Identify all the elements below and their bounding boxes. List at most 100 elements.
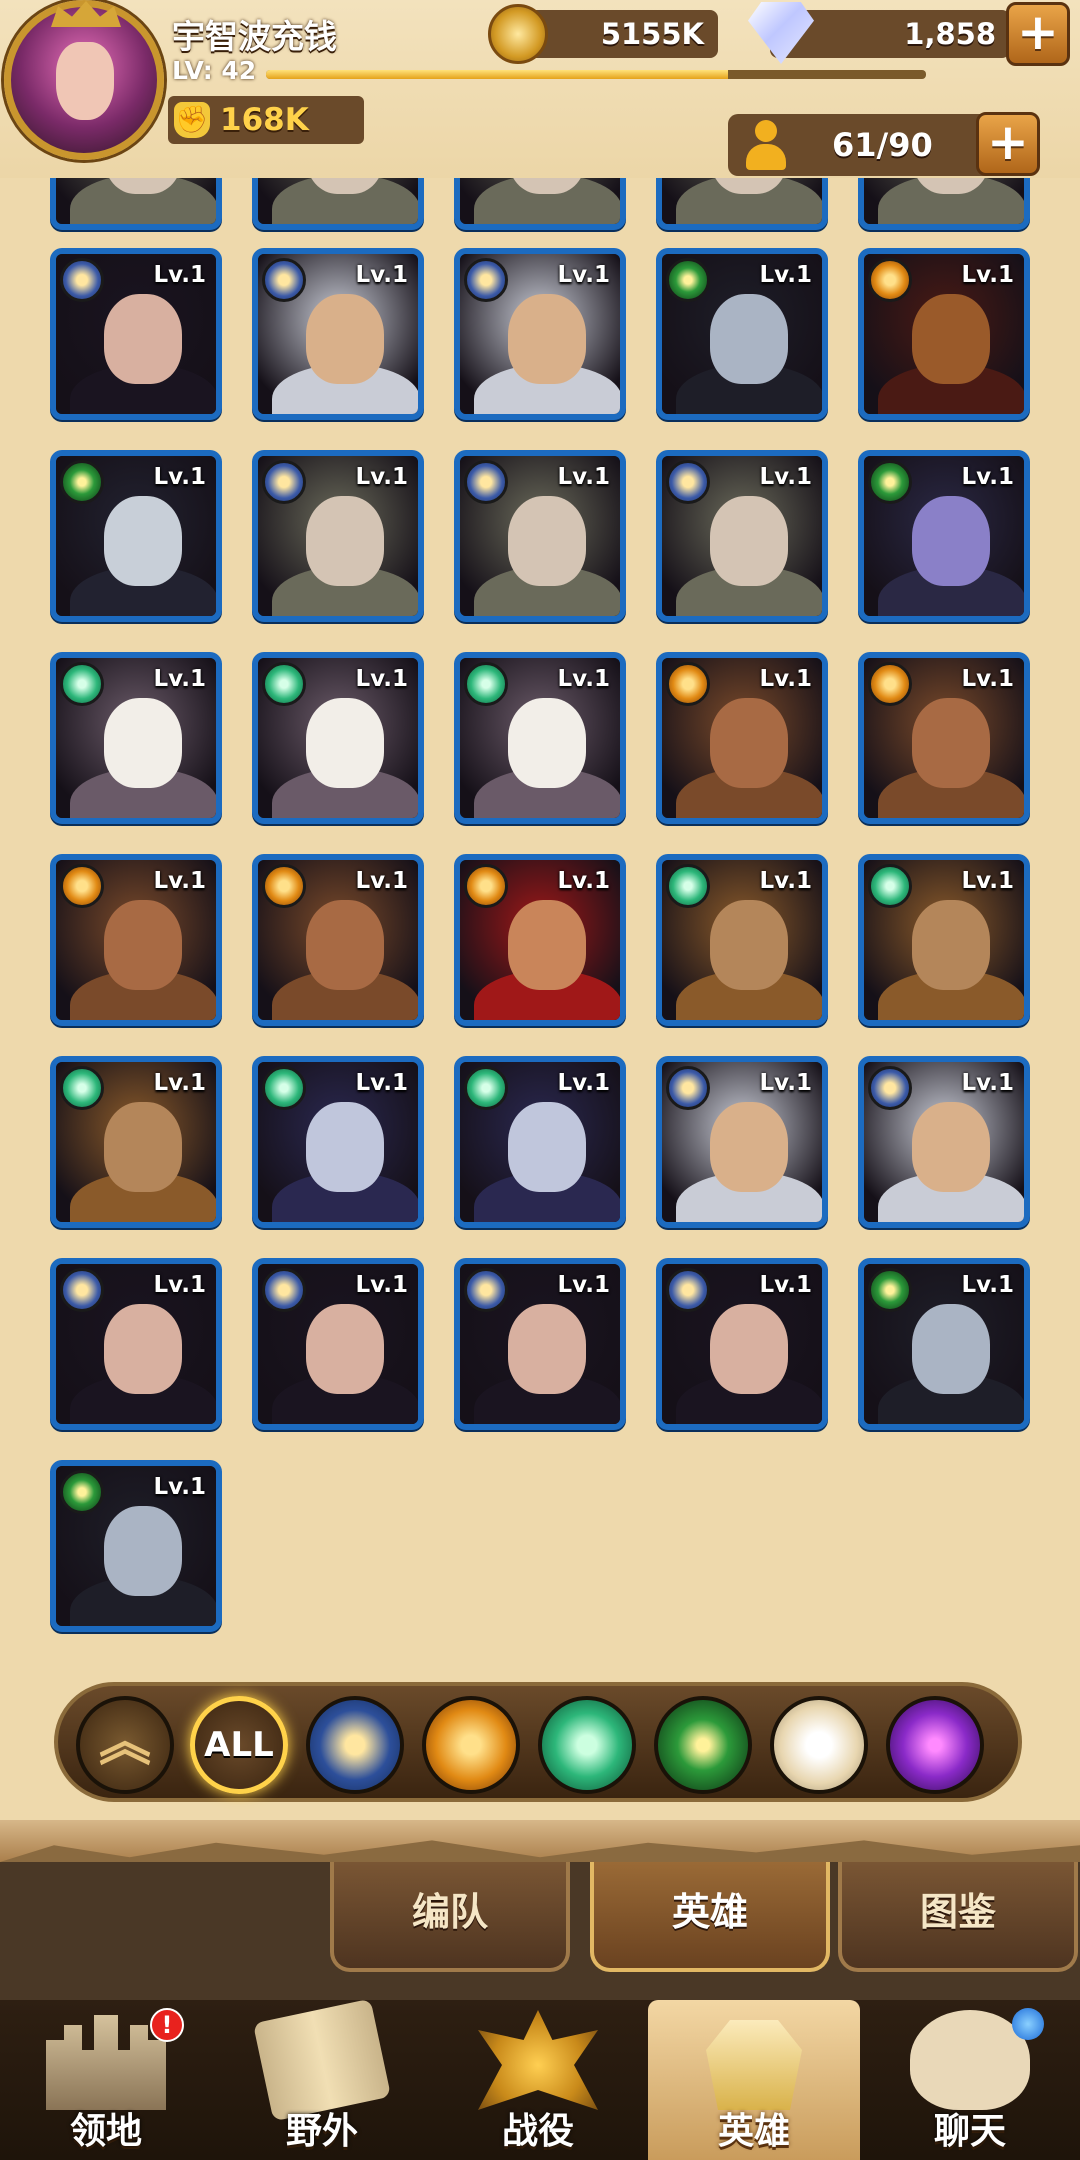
expand-capacity-button[interactable]: + [976,112,1040,176]
hero-card[interactable]: Lv.1 [858,450,1030,622]
nav-heroes-label: 英雄 [717,2111,790,2152]
hero-level: Lv.1 [153,1272,206,1298]
light-faction-icon [60,1268,104,1312]
nav-territory[interactable]: ! 领地 [0,2000,212,2160]
crossed-swords-icon [478,2010,598,2110]
hero-level: Lv.1 [153,868,206,894]
tab-formation[interactable]: 编队 [330,1862,570,1972]
hero-card[interactable]: Lv.1 [858,1258,1030,1430]
hero-level: Lv.1 [355,262,408,288]
filter-void-icon[interactable] [886,1696,984,1794]
hero-card[interactable]: Lv.1 [454,1258,626,1430]
hero-card[interactable]: Lv.1 [656,1258,828,1430]
xp-bar-fill [266,70,728,79]
player-level: LV: 42 [172,56,257,85]
hero-portrait [56,178,216,224]
person-icon [744,120,788,172]
hero-level: Lv.1 [557,666,610,692]
nav-wilderness[interactable]: 野外 [216,1998,428,2160]
nav-chat[interactable]: 聊天 [864,2000,1076,2160]
hero-level: Lv.1 [557,262,610,288]
hero-level: Lv.1 [557,1070,610,1096]
hero-card[interactable]: Lv.1 [454,248,626,420]
tab-codex[interactable]: 图鉴 [838,1862,1078,1972]
hero-card[interactable] [656,178,828,230]
hero-level: Lv.1 [961,464,1014,490]
filter-chaos-eye-icon[interactable] [654,1696,752,1794]
gold-coin-icon [488,4,548,64]
chaos-faction-icon [60,1470,104,1514]
hero-card[interactable]: Lv.1 [454,1056,626,1228]
filter-celestial-icon[interactable] [770,1696,868,1794]
gold-value: 5155K [600,17,704,51]
nature-faction-icon [60,1066,104,1110]
light-faction-icon [666,460,710,504]
hero-level: Lv.1 [355,464,408,490]
avatar-face [56,42,114,120]
chaos-faction-icon [868,1268,912,1312]
tab-heroes[interactable]: 英雄 [590,1862,830,1972]
nature-faction-icon [60,662,104,706]
light-faction-icon [666,1268,710,1312]
nav-campaign[interactable]: 战役 [432,2000,644,2160]
avatar-crown [51,1,121,27]
hero-card[interactable]: Lv.1 [50,450,222,622]
hero-subnav: 编队 英雄 图鉴 [0,1862,1080,2002]
hero-card[interactable] [454,178,626,230]
player-avatar[interactable] [4,0,164,160]
light-faction-icon [464,258,508,302]
hero-card[interactable]: Lv.1 [50,652,222,824]
hero-card[interactable]: Lv.1 [50,854,222,1026]
decorative-divider [0,1820,1080,1866]
chaos-faction-icon [60,460,104,504]
hero-card[interactable]: Lv.1 [656,248,828,420]
hero-card[interactable]: Lv.1 [50,1056,222,1228]
filter-nature-icon[interactable] [538,1696,636,1794]
hero-card[interactable]: Lv.1 [858,652,1030,824]
helmet-icon [706,2020,802,2110]
hero-card[interactable]: Lv.1 [252,854,424,1026]
add-gems-button[interactable]: + [1006,2,1070,66]
hero-card[interactable]: Lv.1 [50,248,222,420]
hero-card[interactable]: Lv.1 [454,450,626,622]
hero-level: Lv.1 [961,262,1014,288]
nav-heroes[interactable]: 英雄 [648,2000,860,2160]
hero-card[interactable]: Lv.1 [252,652,424,824]
hero-level: Lv.1 [557,1272,610,1298]
hero-card[interactable]: Lv.1 [252,450,424,622]
hero-card[interactable]: Lv.1 [454,854,626,1026]
hero-card[interactable] [858,178,1030,230]
hero-card[interactable] [50,178,222,230]
hero-level: Lv.1 [153,1070,206,1096]
hero-card[interactable]: Lv.1 [252,1258,424,1430]
hero-card[interactable]: Lv.1 [656,854,828,1026]
bottom-navigation: ! 领地 野外 战役 英雄 聊天 [0,1998,1080,2160]
hero-card[interactable]: Lv.1 [50,1258,222,1430]
light-faction-icon [868,1066,912,1110]
hero-card[interactable]: Lv.1 [454,652,626,824]
hero-card[interactable]: Lv.1 [252,1056,424,1228]
hero-card[interactable]: Lv.1 [656,450,828,622]
filter-light-icon[interactable] [306,1696,404,1794]
light-faction-icon [666,1066,710,1110]
order-faction-icon [666,662,710,706]
hero-grid: Lv.1 Lv.1 Lv.1 Lv.1 Lv.1 Lv.1 Lv.1 Lv.1 Lv.1 Lv.1… [0,178,1080,1678]
chaos-faction-icon [666,258,710,302]
nav-chat-label: 聊天 [933,2111,1006,2152]
hero-card[interactable]: Lv.1 [50,1460,222,1632]
hero-card[interactable] [252,178,424,230]
hero-card[interactable]: Lv.1 [656,652,828,824]
light-faction-icon [262,460,306,504]
power-value: 168K [220,102,309,138]
collapse-filter-button[interactable]: ︽ [76,1696,174,1794]
hero-card[interactable]: Lv.1 [858,248,1030,420]
filter-all-button[interactable]: ALL [190,1696,288,1794]
gem-value: 1,858 [904,17,996,51]
hero-card[interactable]: Lv.1 [858,854,1030,1026]
hero-level: Lv.1 [153,666,206,692]
filter-order-icon[interactable] [422,1696,520,1794]
hero-card[interactable]: Lv.1 [252,248,424,420]
hero-card[interactable]: Lv.1 [858,1056,1030,1228]
hero-portrait [460,178,620,224]
hero-card[interactable]: Lv.1 [656,1056,828,1228]
